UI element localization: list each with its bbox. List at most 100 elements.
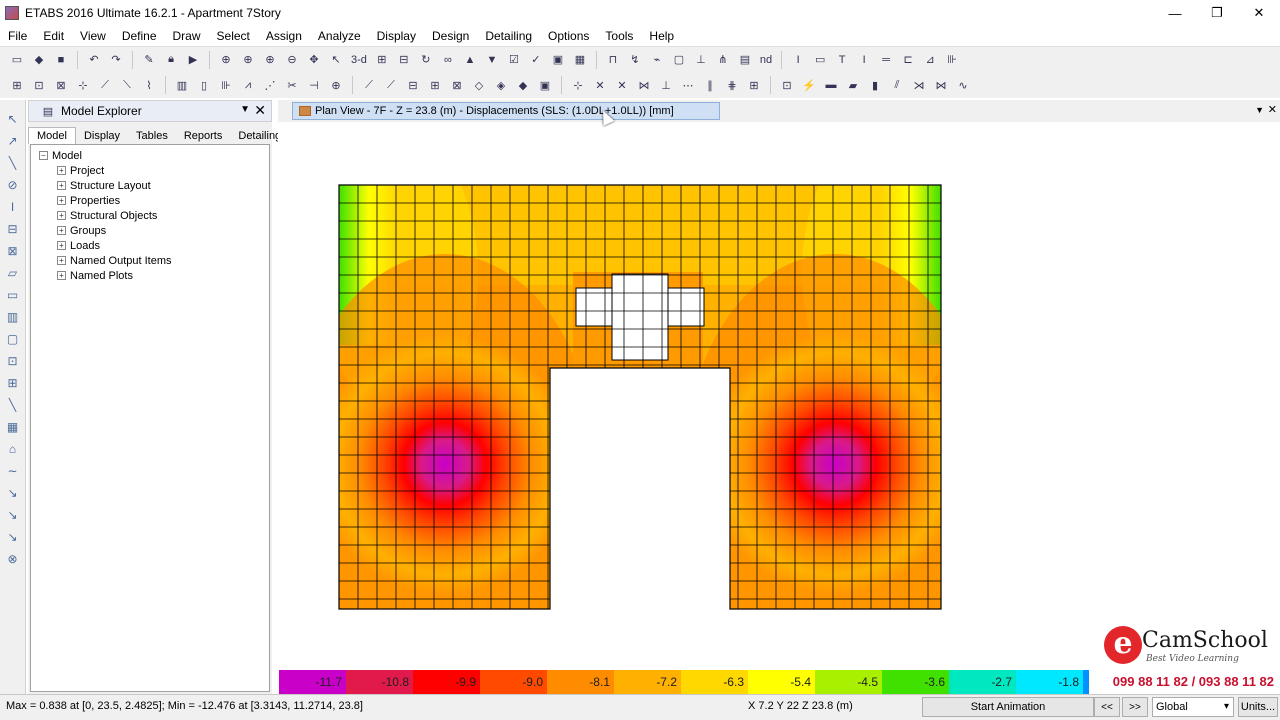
select-column-icon[interactable]: ▮ <box>866 76 884 94</box>
expand-icon[interactable]: + <box>57 196 66 205</box>
new-model-icon[interactable]: ▭ <box>8 51 26 69</box>
snap-intersection-icon[interactable]: ⋈ <box>635 76 653 94</box>
display-icon[interactable]: ▢ <box>670 51 688 69</box>
draw-drop-icon[interactable]: ◇ <box>470 76 488 94</box>
tab-display[interactable]: Display <box>76 128 128 144</box>
draw-brace-icon[interactable]: ⟋ <box>96 76 114 94</box>
view-3d-button[interactable]: 3-d <box>349 54 369 66</box>
close-tab-icon[interactable]: ✕ <box>1268 103 1277 116</box>
reshape-icon[interactable]: ↗ <box>4 132 22 150</box>
object-shrink-icon[interactable]: ▣ <box>549 51 567 69</box>
draw-floor-icon[interactable]: ⊪ <box>217 76 235 94</box>
zoom-in-icon[interactable]: ⊕ <box>261 51 279 69</box>
shear-wall-icon[interactable]: ═ <box>877 51 895 69</box>
draw-opening-icon[interactable]: ▯ <box>195 76 213 94</box>
menu-detailing[interactable]: Detailing <box>477 26 540 46</box>
select-parallel-icon[interactable]: ▬ <box>822 76 840 94</box>
deselect-icon[interactable]: ⊗ <box>4 550 22 568</box>
draw-dimension-icon[interactable]: ⊣ <box>305 76 323 94</box>
menu-edit[interactable]: Edit <box>35 26 72 46</box>
draw-joint-icon[interactable]: ⊞ <box>8 76 26 94</box>
previous-button[interactable]: << <box>1094 697 1120 717</box>
draw-grid-icon[interactable]: ▦ <box>4 418 22 436</box>
tree-item-properties[interactable]: + Properties <box>31 193 269 208</box>
detailing-icon[interactable]: ⊪ <box>943 51 961 69</box>
draw-beam-icon[interactable]: ⊠ <box>52 76 70 94</box>
draw-line-icon[interactable]: ╲ <box>4 154 22 172</box>
frame-icon[interactable]: ⊓ <box>604 51 622 69</box>
menu-options[interactable]: Options <box>540 26 597 46</box>
tab-plan-view-displacements[interactable]: Plan View - 7F - Z = 23.8 (m) - Displace… <box>292 102 720 120</box>
draw-rectangle-icon[interactable]: ▭ <box>4 286 22 304</box>
explorer-close-icon[interactable]: ✕ <box>254 102 266 119</box>
pointer-select-icon[interactable]: ↖ <box>4 110 22 128</box>
check-icon[interactable]: ✓ <box>527 51 545 69</box>
pan-icon[interactable]: ✥ <box>305 51 323 69</box>
draw-slab-icon[interactable]: ⊞ <box>4 374 22 392</box>
clear-selection-icon[interactable]: ↘ <box>4 528 22 546</box>
snap-line-icon[interactable]: ✕ <box>591 76 609 94</box>
tree-item-loads[interactable]: + Loads <box>31 238 269 253</box>
start-animation-button[interactable]: Start Animation <box>922 697 1094 717</box>
select-wave-icon[interactable]: ∿ <box>954 76 972 94</box>
select-previous-icon[interactable]: ↘ <box>4 506 22 524</box>
snap-parallel-icon[interactable]: ∥ <box>701 76 719 94</box>
draw-section-cut-icon[interactable]: ✂ <box>283 76 301 94</box>
plan-view-icon[interactable]: ⊞ <box>373 51 391 69</box>
draw-wave-icon[interactable]: ∼ <box>4 462 22 480</box>
slab-design-icon[interactable]: ⊏ <box>899 51 917 69</box>
expand-icon[interactable]: + <box>57 256 66 265</box>
draw-slab-icon[interactable]: ⊠ <box>448 76 466 94</box>
draw-frame-icon[interactable]: ⊘ <box>4 176 22 194</box>
force-diagram-icon[interactable]: ⌁ <box>648 51 666 69</box>
draw-link-icon[interactable]: ⌇ <box>140 76 158 94</box>
menu-select[interactable]: Select <box>209 26 258 46</box>
draw-column-icon[interactable]: I <box>4 198 22 216</box>
member-forces-icon[interactable]: ⋔ <box>714 51 732 69</box>
select-brace-icon[interactable]: ⋊ <box>910 76 928 94</box>
set-display-icon[interactable]: ☑ <box>505 51 523 69</box>
tab-reports[interactable]: Reports <box>176 128 231 144</box>
expand-icon[interactable]: + <box>57 226 66 235</box>
save-icon[interactable]: ■ <box>52 51 70 69</box>
tab-list-dropdown-icon[interactable]: ▼ <box>1255 105 1264 115</box>
tree-item-named-output-items[interactable]: + Named Output Items <box>31 253 269 268</box>
steel-design-icon[interactable]: T <box>833 51 851 69</box>
restore-button[interactable]: ❐ <box>1196 0 1238 26</box>
draw-wall-icon[interactable]: ▥ <box>4 308 22 326</box>
shell-stresses-icon[interactable]: ▤ <box>736 51 754 69</box>
draw-wall-icon[interactable]: ▥ <box>173 76 191 94</box>
lock-icon[interactable]: 🔒︎ <box>162 51 180 69</box>
menu-tools[interactable]: Tools <box>597 26 641 46</box>
expand-icon[interactable]: + <box>57 166 66 175</box>
draw-area-icon[interactable]: ▱ <box>4 264 22 282</box>
etabs-app-icon[interactable] <box>5 6 19 20</box>
pointer-icon[interactable]: ↖ <box>327 51 345 69</box>
concrete-design-icon[interactable]: ▭ <box>811 51 829 69</box>
expand-icon[interactable]: + <box>57 181 66 190</box>
nd-button[interactable]: nd <box>758 54 774 66</box>
elevation-view-icon[interactable]: ⊟ <box>395 51 413 69</box>
run-analysis-icon[interactable]: ▶ <box>184 51 202 69</box>
draw-column-icon[interactable]: ⊹ <box>74 76 92 94</box>
draw-beam-icon[interactable]: ⊟ <box>4 220 22 238</box>
menu-define[interactable]: Define <box>114 26 165 46</box>
draw-reference-icon[interactable]: ⊕ <box>327 76 345 94</box>
draw-section-icon[interactable]: ╲ <box>4 396 22 414</box>
tree-item-structure-layout[interactable]: + Structure Layout <box>31 178 269 193</box>
menu-help[interactable]: Help <box>641 26 682 46</box>
composite-beam-icon[interactable]: ⊿ <box>921 51 939 69</box>
menu-analyze[interactable]: Analyze <box>310 26 369 46</box>
tree-item-groups[interactable]: + Groups <box>31 223 269 238</box>
tab-tables[interactable]: Tables <box>128 128 176 144</box>
draw-secondary-icon[interactable]: ⟍ <box>118 76 136 94</box>
draw-mesh-icon[interactable]: ◆ <box>514 76 532 94</box>
close-window-button[interactable]: ✕ <box>1238 0 1280 26</box>
extrude-icon[interactable]: ▦ <box>571 51 589 69</box>
tree-root-model[interactable]: − Model <box>31 148 269 163</box>
zoom-restore-icon[interactable]: ⊕ <box>239 51 257 69</box>
select-intersecting-icon[interactable]: ⚡ <box>800 76 818 94</box>
open-icon[interactable]: ◆ <box>30 51 48 69</box>
tree-item-structural-objects[interactable]: + Structural Objects <box>31 208 269 223</box>
text-cursor-icon[interactable]: I <box>789 51 807 69</box>
